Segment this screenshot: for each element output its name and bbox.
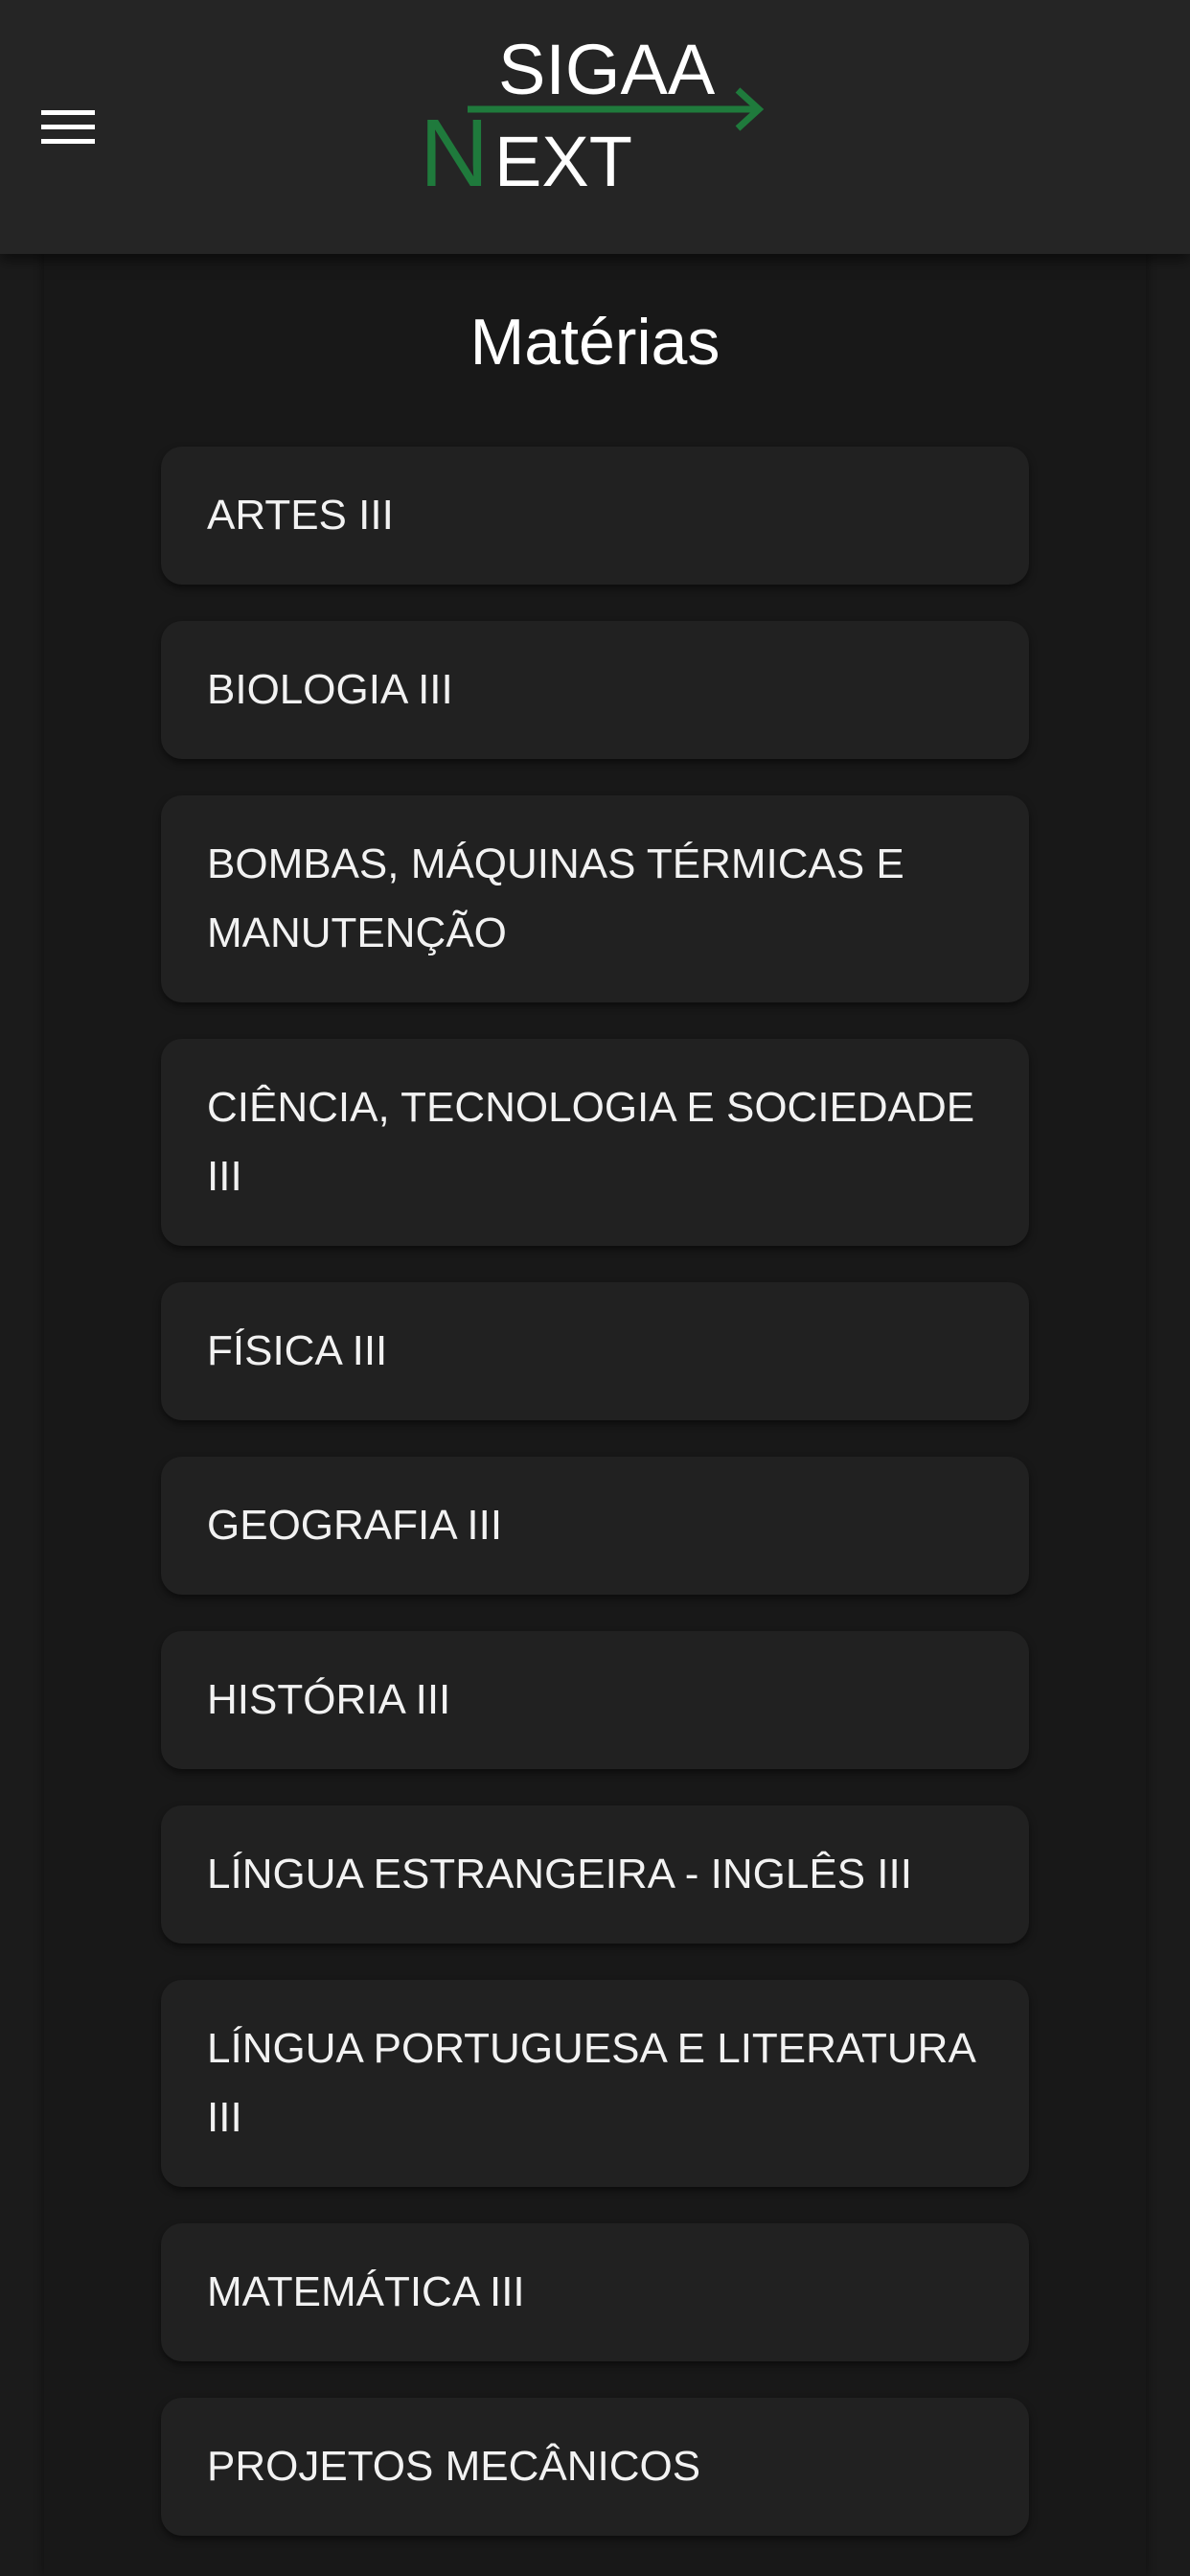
menu-button[interactable] (27, 92, 109, 163)
app-logo: SIGAA N EXT (422, 34, 767, 199)
subject-item[interactable]: BOMBAS, MÁQUINAS TÉRMICAS E MANUTENÇÃO (161, 795, 1029, 1002)
subject-item[interactable]: LÍNGUA ESTRANGEIRA - INGLÊS III (161, 1806, 1029, 1944)
app-bar: SIGAA N EXT (0, 0, 1190, 254)
subject-item[interactable]: ARTES III (161, 447, 1029, 585)
subject-item[interactable]: PROJETOS MECÂNICOS (161, 2398, 1029, 2536)
page-title: Matérias (469, 306, 721, 379)
subject-list: ARTES III BIOLOGIA III BOMBAS, MÁQUINAS … (161, 447, 1029, 2572)
subject-item[interactable]: MATEMÁTICA III (161, 2223, 1029, 2361)
subject-item[interactable]: FÍSICA III (161, 1282, 1029, 1420)
subject-item[interactable]: LÍNGUA PORTUGUESA E LITERATURA III (161, 1980, 1029, 2187)
subject-item[interactable]: HISTÓRIA III (161, 1631, 1029, 1769)
logo-bottom-text: EXT (494, 122, 632, 199)
logo-letter: N (422, 100, 489, 199)
subject-item[interactable]: GEOGRAFIA III (161, 1457, 1029, 1595)
subject-item[interactable]: BIOLOGIA III (161, 621, 1029, 759)
hamburger-menu-icon (41, 110, 95, 144)
subject-item[interactable]: CIÊNCIA, TECNOLOGIA E SOCIEDADE III (161, 1039, 1029, 1246)
logo-top-text: SIGAA (498, 34, 716, 109)
